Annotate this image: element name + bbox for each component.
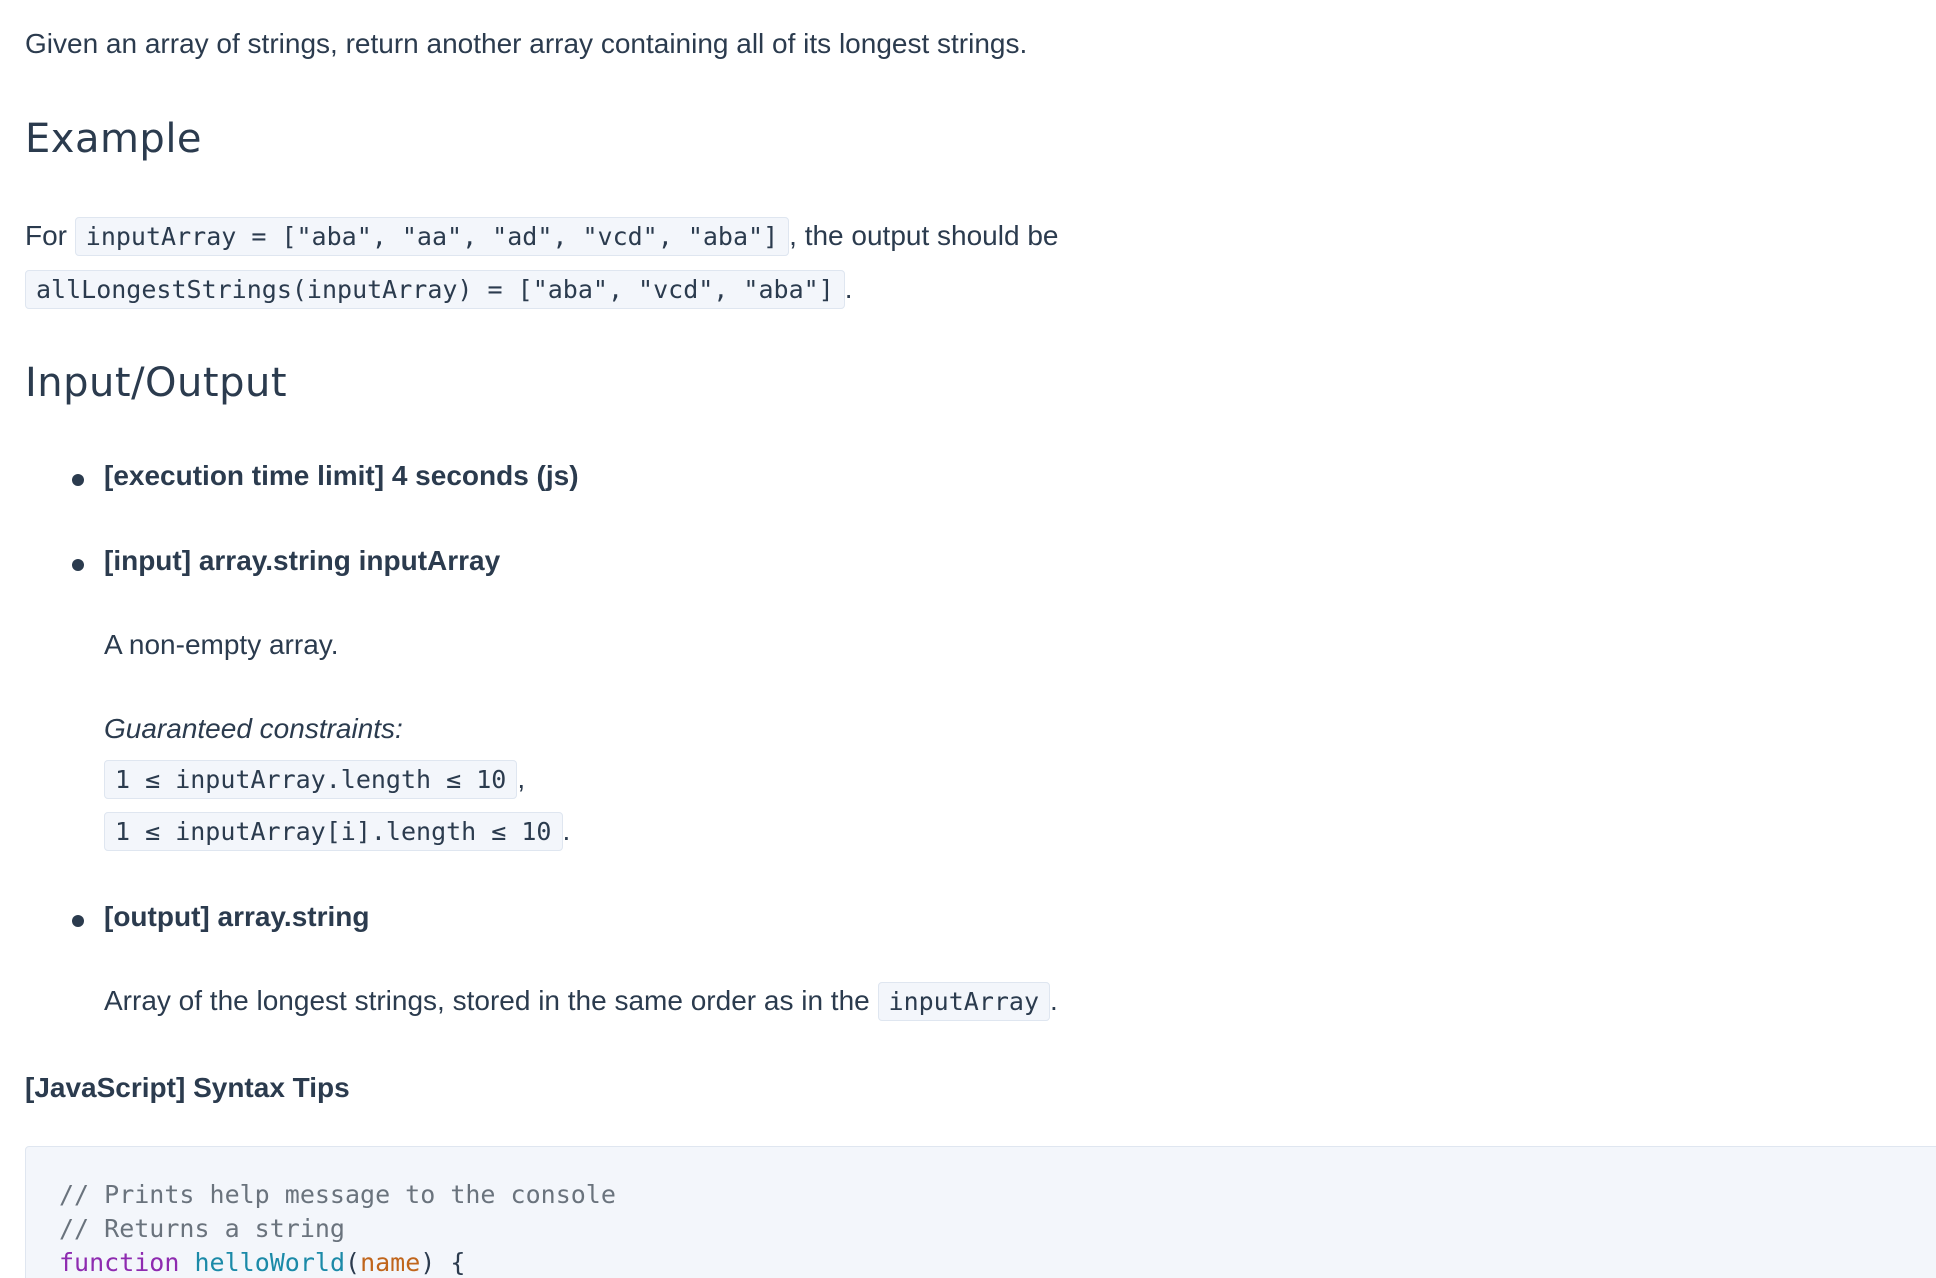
constraint-2: 1 ≤ inputArray[i].length ≤ 10. [104,812,571,851]
code-paren-close: ) { [420,1248,466,1277]
code-function-line: function helloWorld(name) { [59,1246,465,1278]
output-label: [output] array.string [104,901,370,932]
constraint-1-code: 1 ≤ inputArray.length ≤ 10 [104,760,518,799]
example-heading: Example [25,116,203,162]
code-comment-1: // Prints help message to the console [59,1180,616,1209]
constraint-2-code: 1 ≤ inputArray[i].length ≤ 10 [104,812,563,851]
code-paren-open: ( [345,1248,361,1277]
code-function-name: helloWorld [194,1248,345,1277]
example-line-1: For inputArray = ["aba", "aa", "ad", "vc… [25,216,1058,257]
intro-text: Given an array of strings, return anothe… [25,28,1028,59]
code-keyword-function: function [59,1248,180,1277]
constraint-1: 1 ≤ inputArray.length ≤ 10, [104,760,526,799]
constraints-label: Guaranteed constraints: [104,713,403,744]
example-for-text: For [25,220,67,251]
code-example-block: // Prints help message to the console //… [25,1146,1936,1278]
bullet-dot [72,915,84,927]
example-end-text: . [844,273,853,304]
constraint-1-sep: , [517,763,526,794]
output-input-array-code: inputArray [877,982,1051,1021]
bullet-dot [72,559,84,571]
input-description: A non-empty array. [104,629,339,660]
example-line-2: allLongestStrings(inputArray) = ["aba", … [25,269,853,310]
time-limit-label: [execution time limit] 4 seconds (js) [104,460,579,491]
syntax-tips-heading: [JavaScript] Syntax Tips [25,1072,350,1103]
bullet-dot [72,474,84,486]
input-label: [input] array.string inputArray [104,545,501,576]
io-heading: Input/Output [25,360,287,406]
code-param: name [360,1248,421,1277]
output-desc-text: Array of the longest strings, stored in … [104,985,870,1016]
example-output-code: allLongestStrings(inputArray) = ["aba", … [25,270,845,309]
output-description: Array of the longest strings, stored in … [104,982,1058,1021]
output-end: . [1050,985,1058,1016]
constraint-2-sep: . [562,815,571,846]
example-mid-text: , the output should be [789,220,1059,251]
code-comment-2: // Returns a string [59,1214,345,1243]
example-input-code: inputArray = ["aba", "aa", "ad", "vcd", … [74,217,790,256]
